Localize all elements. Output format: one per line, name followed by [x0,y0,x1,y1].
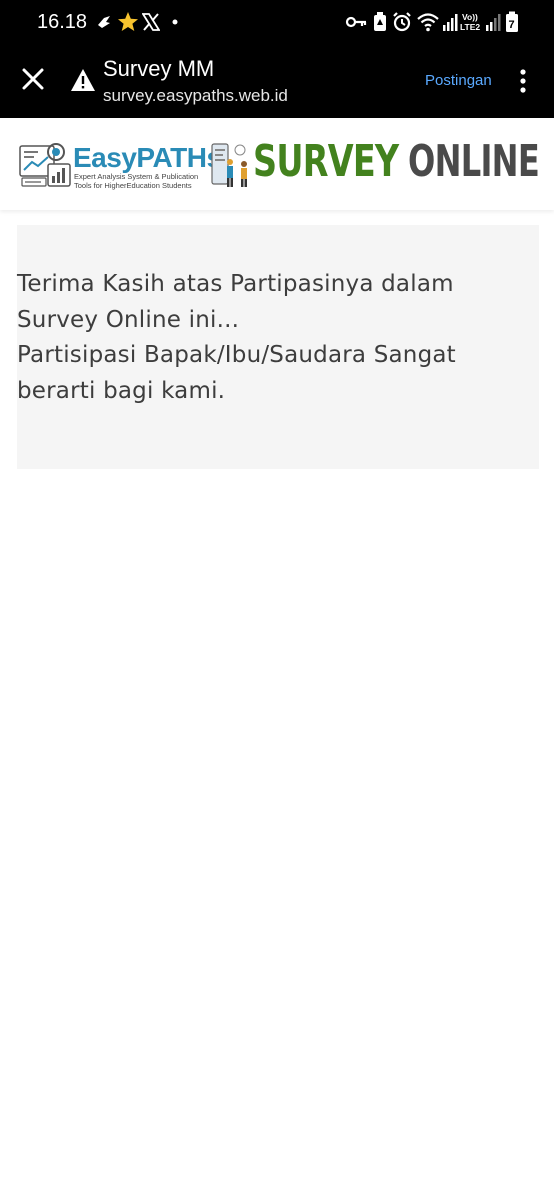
battery-saver-icon [374,12,386,31]
signal-icon [443,14,458,31]
page-url: survey.easypaths.web.id [103,86,288,105]
wifi-icon [417,13,439,32]
vpn-key-icon [345,16,367,28]
analytics-logo-icon [19,143,71,187]
thank-you-line: Terima Kasih atas Partipasinya dalam Sur… [17,271,454,333]
brand-tagline: Expert Analysis System & Publication Too… [74,172,198,190]
signal-icon [486,14,501,31]
warning-icon[interactable] [70,68,96,92]
thank-you-message: Terima Kasih atas Partipasinya dalam Sur… [17,267,532,409]
appreciation-line: Partisipasi Bapak/Ibu/Saudara Sangat ber… [17,342,456,404]
brand-name: EasyPATHs [73,142,222,173]
network-label-top: Vo)) [462,12,478,22]
battery-level: 7 [509,19,515,31]
x-logo-icon [142,13,160,31]
close-icon[interactable] [18,64,48,94]
browser-toolbar: Survey MM survey.easypaths.web.id Postin… [0,44,554,118]
brand-tagline-line1: Expert Analysis System & Publication [74,172,199,181]
page-title: Survey MM [103,56,215,81]
status-bar: 16.18 Vo)) LTE2 7 [0,0,554,44]
postingan-button[interactable]: Postingan [425,72,492,89]
bird-notification-icon [98,16,110,28]
volte-lte2-icon: Vo)) LTE2 [460,12,480,32]
star-icon [118,12,138,31]
dot-icon [172,19,178,25]
online-heading-word: ONLINE [408,136,540,187]
survey-illustration-icon [211,143,247,187]
survey-heading-word: SURVEY [253,136,399,187]
more-options-icon[interactable] [512,66,534,96]
brand-tagline-line2: Tools for HigherEducation Students [74,181,192,190]
network-label-bottom: LTE2 [460,22,480,32]
site-header-banner: EasyPATHs Expert Analysis System & Publi… [0,118,554,210]
thank-you-card: Terima Kasih atas Partipasinya dalam Sur… [17,225,539,469]
status-time: 16.18 [37,11,88,33]
battery-icon: 7 [506,11,518,32]
alarm-icon [393,12,411,32]
